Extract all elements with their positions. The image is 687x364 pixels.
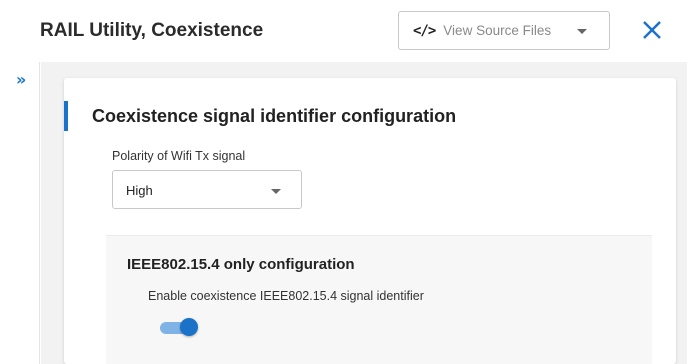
polarity-select[interactable]: High — [112, 170, 302, 209]
coexistence-toggle[interactable] — [160, 318, 198, 336]
toggle-knob — [180, 318, 198, 336]
chevron-down-icon — [271, 189, 281, 194]
toggle-label: Enable coexistence IEEE802.15.4 signal i… — [148, 289, 424, 303]
chevron-down-icon — [577, 29, 587, 34]
section-accent-bar — [64, 101, 68, 131]
polarity-select-value: High — [126, 183, 153, 198]
header-bar: RAIL Utility, Coexistence </> View Sourc… — [0, 0, 687, 62]
subsection-title: IEEE802.15.4 only configuration — [127, 256, 355, 273]
page-title: RAIL Utility, Coexistence — [40, 20, 264, 41]
section-title: Coexistence signal identifier configurat… — [92, 106, 457, 126]
view-source-files-dropdown[interactable]: </> View Source Files — [398, 11, 610, 50]
view-source-files-label: View Source Files — [443, 23, 552, 38]
double-chevron-right-icon[interactable]: » — [16, 70, 26, 89]
code-icon: </> — [413, 22, 436, 39]
sidebar-rail — [0, 62, 40, 364]
polarity-field-label: Polarity of Wifi Tx signal — [112, 149, 246, 163]
close-icon[interactable] — [639, 17, 665, 43]
